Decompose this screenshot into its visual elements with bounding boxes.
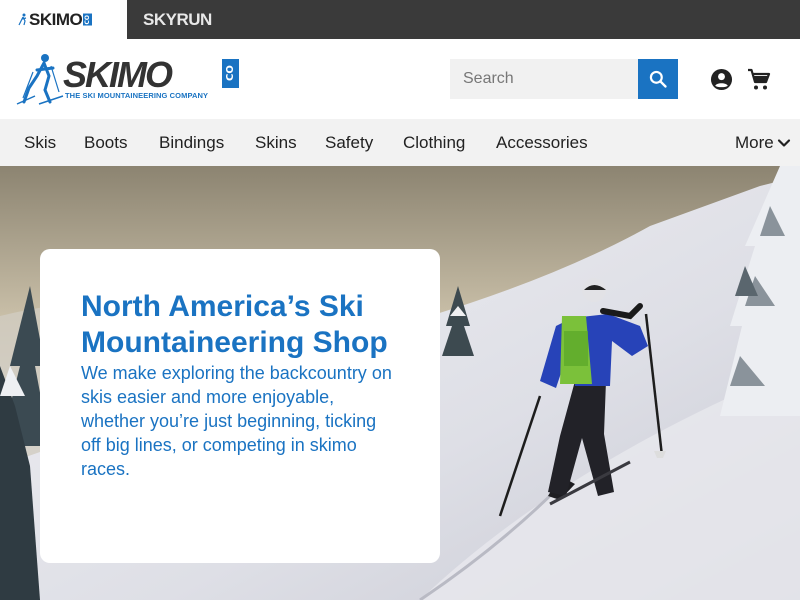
- nav-item-skis[interactable]: Skis: [24, 119, 56, 166]
- brand-switcher-bar: SKIMO CO SKYRUN: [0, 0, 800, 39]
- hero-description: We make exploring the backcountry on ski…: [81, 363, 392, 479]
- nav-item-safety[interactable]: Safety: [325, 119, 373, 166]
- nav-item-skins[interactable]: Skins: [255, 119, 297, 166]
- nav-item-bindings[interactable]: Bindings: [159, 119, 224, 166]
- hero-card: North America’s Ski Mountaineering Shop …: [40, 249, 440, 563]
- site-header: SKIMO CO THE SKI MOUNTAINEERING COMPANY: [0, 39, 800, 119]
- brand-tab-label: SKYRUN: [143, 9, 212, 29]
- brand-co-badge: CO: [83, 13, 93, 26]
- account-circle-icon[interactable]: [710, 68, 733, 91]
- hero-title: North America’s Ski Mountaineering Shop: [81, 290, 388, 359]
- skier-logo-icon: [18, 13, 27, 25]
- skier-logo-icon: [16, 54, 64, 105]
- brand-tab-skyrun[interactable]: SKYRUN: [143, 0, 212, 39]
- site-logo[interactable]: SKIMO CO THE SKI MOUNTAINEERING COMPANY: [15, 52, 240, 107]
- nav-item-accessories[interactable]: Accessories: [496, 119, 588, 166]
- logo-co-badge: CO: [222, 59, 239, 88]
- brand-tab-label: SKIMO: [29, 9, 83, 29]
- hero-banner: North America’s Ski Mountaineering Shop …: [0, 166, 800, 600]
- brand-tab-skimo[interactable]: SKIMO CO: [0, 0, 127, 39]
- search-input[interactable]: [450, 59, 638, 99]
- logo-tagline: THE SKI MOUNTAINEERING COMPANY: [65, 91, 209, 100]
- search-icon: [649, 70, 667, 88]
- category-nav: Skis Boots Bindings Skins Safety Clothin…: [0, 119, 800, 166]
- shopping-cart-icon[interactable]: [747, 68, 771, 92]
- chevron-down-icon: [777, 138, 790, 147]
- nav-more-button[interactable]: More: [735, 119, 791, 166]
- nav-item-clothing[interactable]: Clothing: [403, 119, 465, 166]
- search-button[interactable]: [638, 59, 678, 99]
- nav-more-label: More: [735, 132, 774, 152]
- search-bar: [450, 59, 678, 99]
- nav-item-boots[interactable]: Boots: [84, 119, 127, 166]
- logo-wordmark: SKIMO: [63, 54, 173, 95]
